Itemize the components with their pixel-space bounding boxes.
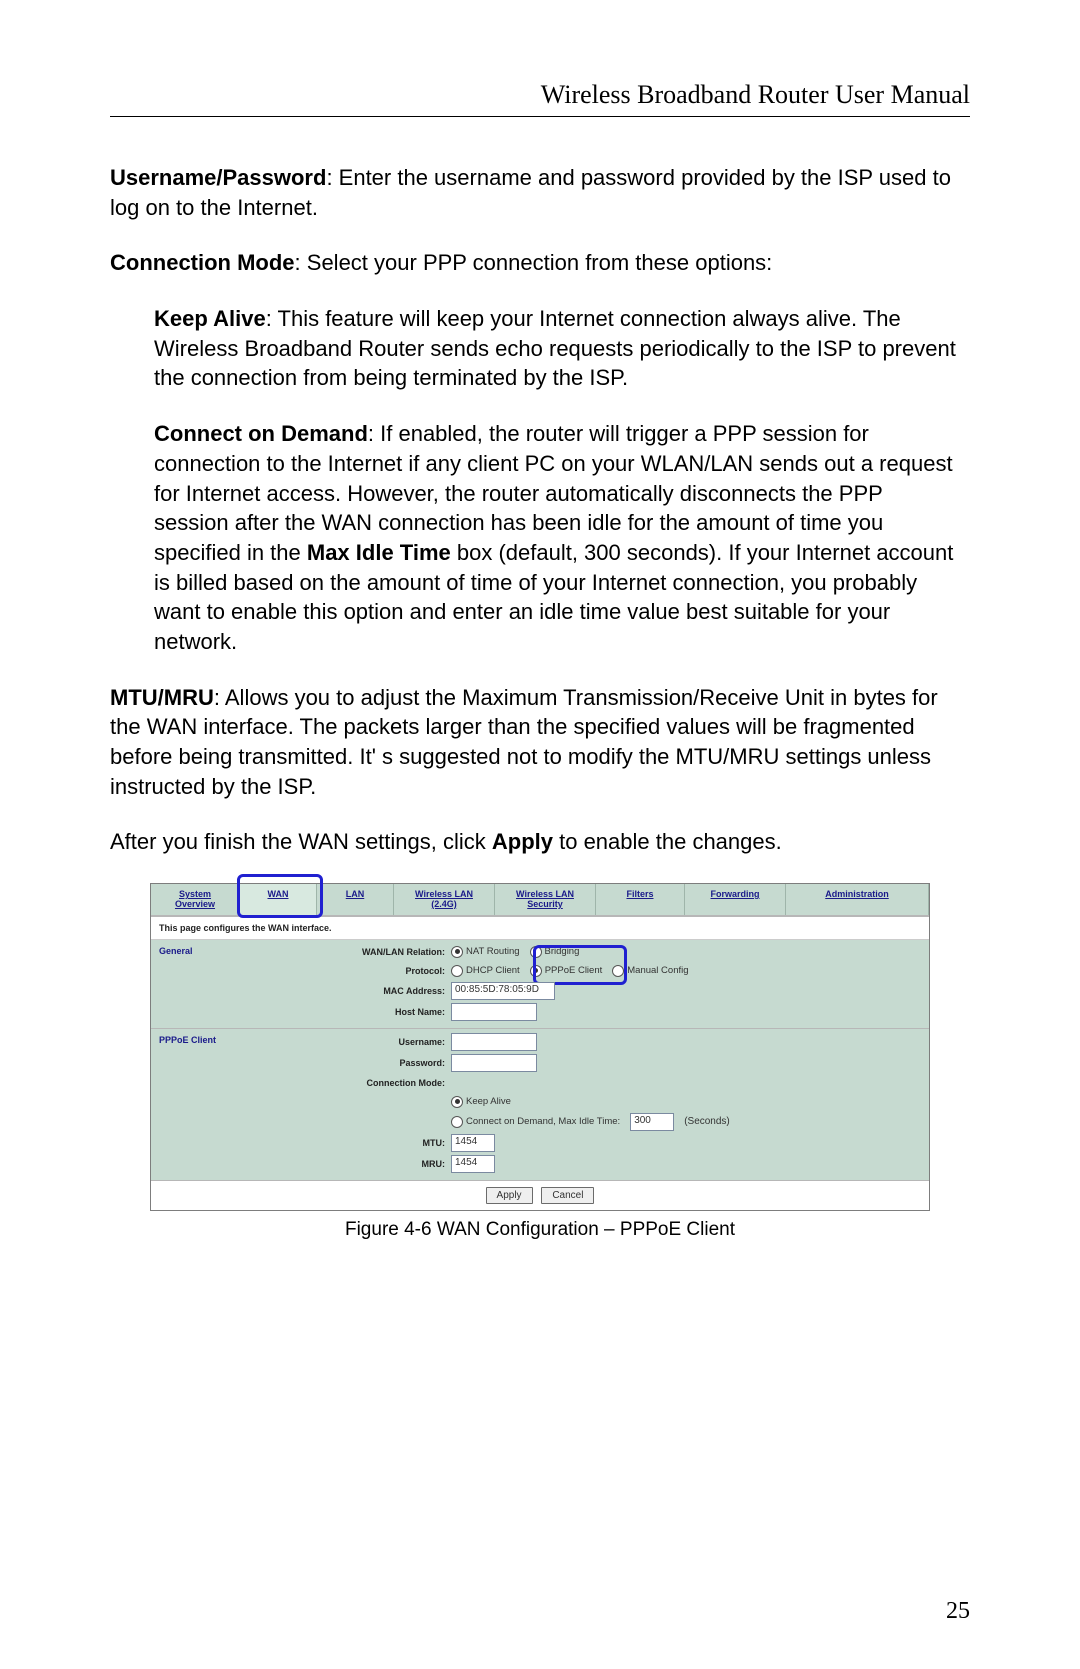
button-row: Apply Cancel — [151, 1181, 929, 1210]
label-mac-address: MAC Address: — [265, 986, 451, 996]
label-mru: MRU: — [265, 1159, 451, 1169]
text-apply-post: to enable the changes. — [553, 829, 782, 854]
label-mtu: MTU: — [265, 1138, 451, 1148]
page-number: 25 — [946, 1598, 970, 1625]
label-username-password: Username/Password — [110, 165, 326, 190]
tab-lan[interactable]: LAN — [317, 884, 394, 915]
page-header-title: Wireless Broadband Router User Manual — [110, 80, 970, 117]
label-pppoe-password: Password: — [265, 1058, 451, 1068]
radio-bridging[interactable]: Bridging — [530, 946, 580, 958]
text-mtu-mru: : Allows you to adjust the Maximum Trans… — [110, 685, 938, 799]
apply-button[interactable]: Apply — [486, 1187, 533, 1204]
tab-administration[interactable]: Administration — [786, 884, 929, 915]
figure-screenshot: System Overview WAN LAN Wireless LAN (2.… — [150, 883, 930, 1241]
input-pppoe-password[interactable] — [451, 1054, 537, 1072]
radio-dhcp-client[interactable]: DHCP Client — [451, 965, 520, 977]
radio-keep-alive[interactable]: Keep Alive — [451, 1096, 511, 1108]
label-apply: Apply — [492, 829, 553, 854]
tab-wireless-lan-security[interactable]: Wireless LAN Security — [495, 884, 596, 915]
radio-connect-on-demand[interactable]: Connect on Demand, Max Idle Time: — [451, 1116, 620, 1128]
tab-system-overview[interactable]: System Overview — [151, 884, 240, 915]
label-seconds: (Seconds) — [684, 1116, 730, 1127]
input-mru[interactable]: 1454 — [451, 1155, 495, 1173]
radio-pppoe-client[interactable]: PPPoE Client — [530, 965, 603, 977]
label-pppoe-username: Username: — [265, 1037, 451, 1047]
label-host-name: Host Name: — [265, 1007, 451, 1017]
section-title-pppoe: PPPoE Client — [151, 1029, 265, 1180]
tab-bar: System Overview WAN LAN Wireless LAN (2.… — [151, 884, 929, 917]
radio-manual-config[interactable]: Manual Config — [612, 965, 688, 977]
input-max-idle-time[interactable]: 300 — [630, 1113, 674, 1131]
input-pppoe-username[interactable] — [451, 1033, 537, 1051]
label-connection-mode: Connection Mode — [110, 250, 295, 275]
page-description: This page configures the WAN interface. — [151, 917, 929, 940]
label-keep-alive: Keep Alive — [154, 306, 266, 331]
radio-nat-routing[interactable]: NAT Routing — [451, 946, 520, 958]
figure-caption: Figure 4-6 WAN Configuration – PPPoE Cli… — [150, 1219, 930, 1241]
label-connect-on-demand: Connect on Demand — [154, 421, 368, 446]
tab-forwarding[interactable]: Forwarding — [685, 884, 786, 915]
input-mtu[interactable]: 1454 — [451, 1134, 495, 1152]
label-pppoe-connection-mode: Connection Mode: — [265, 1078, 451, 1088]
text-apply-pre: After you finish the WAN settings, click — [110, 829, 492, 854]
section-title-general: General — [151, 940, 265, 1028]
input-mac-address[interactable]: 00:85:5D:78:05:9D — [451, 982, 555, 1000]
input-host-name[interactable] — [451, 1003, 537, 1021]
label-wan-lan-relation: WAN/LAN Relation: — [265, 947, 451, 957]
text-connection-mode: : Select your PPP connection from these … — [295, 250, 773, 275]
label-mtu-mru: MTU/MRU — [110, 685, 214, 710]
cancel-button[interactable]: Cancel — [541, 1187, 594, 1204]
text-keep-alive: : This feature will keep your Internet c… — [154, 306, 956, 390]
tab-wireless-lan-24g[interactable]: Wireless LAN (2.4G) — [394, 884, 495, 915]
manual-body: Username/Password: Enter the username an… — [110, 163, 970, 857]
label-protocol: Protocol: — [265, 966, 451, 976]
tab-wan[interactable]: WAN — [240, 884, 317, 915]
tab-filters[interactable]: Filters — [596, 884, 685, 915]
label-max-idle-time: Max Idle Time — [307, 540, 451, 565]
